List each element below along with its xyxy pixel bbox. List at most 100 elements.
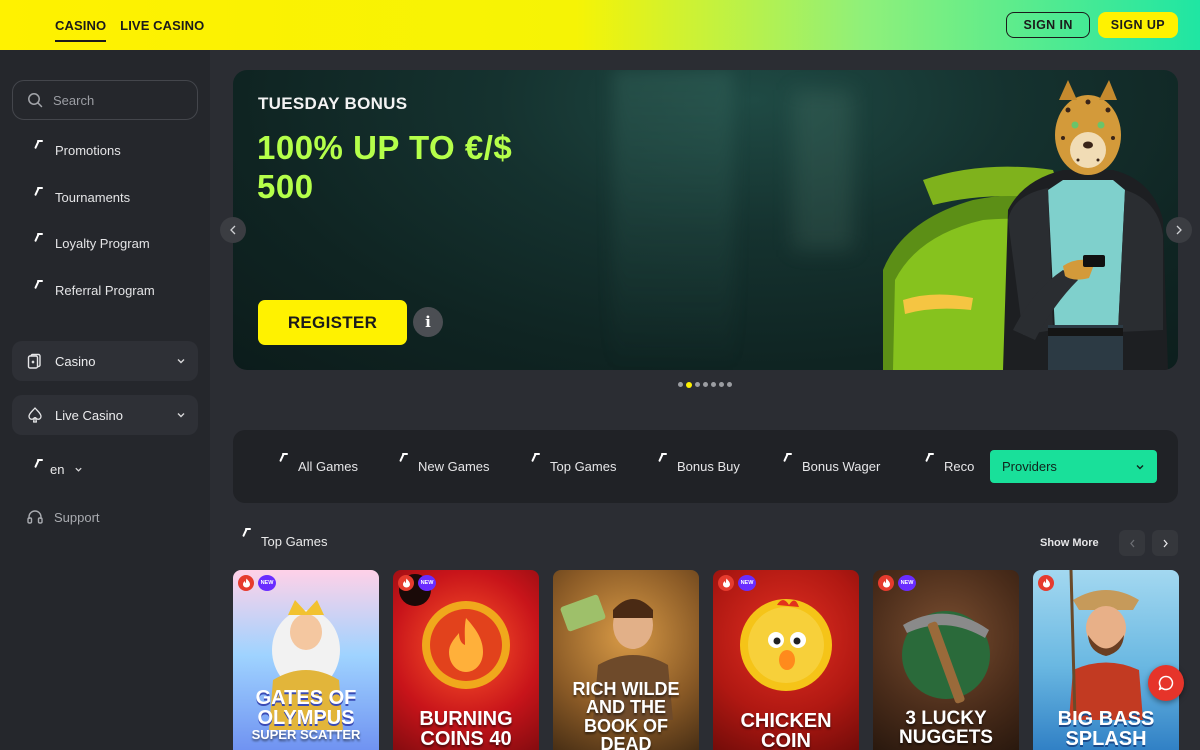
top-header: CASINO LIVE CASINO SIGN IN SIGN UP [0,0,1200,50]
section-top-games: Top Games [244,528,327,549]
recommended-icon [927,453,934,463]
banner-leopard-illustration [883,80,1168,370]
info-button[interactable]: i [413,307,443,337]
sidebar-item-label: Referral Program [55,283,155,298]
search-box[interactable] [12,80,198,120]
tab-label: Bonus Wager [802,459,881,474]
chevron-down-icon [177,359,185,364]
live-chat-button[interactable] [1148,665,1184,701]
tab-label: Bonus Buy [677,459,740,474]
promo-banner: TUESDAY BONUS 100% UP TO €/$ 500 REGISTE… [233,70,1178,370]
banner-dot-active[interactable] [686,381,692,388]
banner-dot[interactable] [727,382,732,387]
card-badges [1038,575,1054,591]
hot-badge-icon [398,575,414,591]
tab-recommended[interactable]: Reco [927,453,974,474]
tab-new-games[interactable]: New Games [401,453,490,474]
providers-label: Providers [1002,459,1057,474]
game-card-big-bass-splash[interactable]: BIG BASS SPLASH [1033,570,1179,750]
nav-live-casino[interactable]: LIVE CASINO [120,18,204,33]
tournaments-icon [36,186,43,197]
chat-icon [1158,675,1174,691]
tab-bonus-wager[interactable]: Bonus Wager [785,453,881,474]
game-title: 3 LUCKY NUGGETS [899,708,993,748]
language-label: en [50,462,65,477]
sidebar-section-casino[interactable]: Casino [12,341,198,381]
banner-background-light [793,90,853,250]
game-card-3-lucky-nuggets[interactable]: NEW 3 LUCKY NUGGETS [873,570,1019,750]
card-badges: NEW [718,575,756,591]
sidebar-section-live-casino[interactable]: Live Casino [12,395,198,435]
referral-icon [36,279,43,290]
search-icon [28,93,43,108]
card-badges: NEW [238,575,276,591]
new-badge: NEW [418,575,436,591]
banner-dot[interactable] [678,382,683,387]
tab-bonus-buy[interactable]: Bonus Buy [660,453,740,474]
banner-next-button[interactable] [1166,217,1192,243]
auth-buttons: SIGN IN SIGN UP [1006,12,1178,38]
sidebar-item-tournaments[interactable]: Tournaments [36,186,131,205]
hot-badge-icon [878,575,894,591]
chevron-down-icon [177,413,185,418]
sidebar-section-label: Casino [55,353,96,369]
banner-kicker: TUESDAY BONUS [258,94,408,113]
bonus-buy-icon [660,453,667,463]
top-nav: CASINO LIVE CASINO [55,0,204,50]
new-games-icon [401,453,408,463]
chevron-left-icon [230,225,236,235]
banner-pagination [678,381,732,388]
hot-badge-icon [718,575,734,591]
top-games-icon [533,453,540,463]
games-prev-button[interactable] [1119,530,1145,556]
banner-dot[interactable] [703,382,708,387]
sidebar-item-label: Tournaments [55,190,131,205]
chevron-left-icon [1129,539,1134,547]
sign-in-button[interactable]: SIGN IN [1006,12,1090,38]
sidebar-item-loyalty[interactable]: Loyalty Program [36,232,150,251]
tab-label: Top Games [550,459,617,474]
game-card-gates-of-olympus[interactable]: NEW GATES OF OLYMPUS SUPER SCATTER [233,570,379,750]
game-title: GATES OF OLYMPUS [255,687,357,729]
search-input[interactable] [53,92,183,108]
bonus-wager-icon [785,453,792,463]
game-card-chicken-coin[interactable]: NEW CHICKEN COIN [713,570,859,750]
sign-up-button[interactable]: SIGN UP [1097,12,1178,38]
game-card-book-of-dead[interactable]: RICH WILDE AND THE BOOK OF DEAD [553,570,699,750]
hot-badge-icon [238,575,254,591]
sidebar-item-label: Promotions [55,143,121,158]
chevron-right-icon [1176,225,1182,235]
spade-icon [28,407,42,423]
nav-casino[interactable]: CASINO [55,18,107,42]
sidebar-item-promotions[interactable]: Promotions [36,139,121,158]
tab-top-games[interactable]: Top Games [533,453,617,474]
loyalty-icon [36,232,43,243]
tab-all-games[interactable]: All Games [281,453,358,474]
sidebar-item-referral[interactable]: Referral Program [36,279,155,298]
banner-dot[interactable] [695,382,700,387]
game-card-burning-coins[interactable]: NEW BURNING COINS 40 [393,570,539,750]
banner-dot[interactable] [719,382,724,387]
language-selector[interactable]: en [36,458,83,477]
sidebar: Promotions Tournaments Loyalty Program R… [0,50,210,750]
new-badge: NEW [898,575,916,591]
banner-dot[interactable] [711,382,716,387]
providers-dropdown[interactable]: Providers [990,450,1157,483]
tab-label: New Games [418,459,490,474]
banner-prev-button[interactable] [220,217,246,243]
new-badge: NEW [738,575,756,591]
show-more-link[interactable]: Show More [1040,537,1099,549]
tab-label: All Games [298,459,358,474]
sidebar-section-label: Live Casino [55,407,123,423]
register-button[interactable]: REGISTER [258,300,407,345]
game-subtitle: SUPER SCATTER [251,727,361,742]
card-badges: NEW [398,575,436,591]
chevron-right-icon [1163,539,1168,547]
banner-background-light [613,70,733,370]
game-title: BIG BASS SPLASH [1057,708,1155,750]
games-next-button[interactable] [1152,530,1178,556]
sidebar-item-label: Loyalty Program [55,236,150,251]
language-flag-icon [36,458,43,469]
card-badges: NEW [878,575,916,591]
support-link[interactable]: Support [26,508,100,526]
